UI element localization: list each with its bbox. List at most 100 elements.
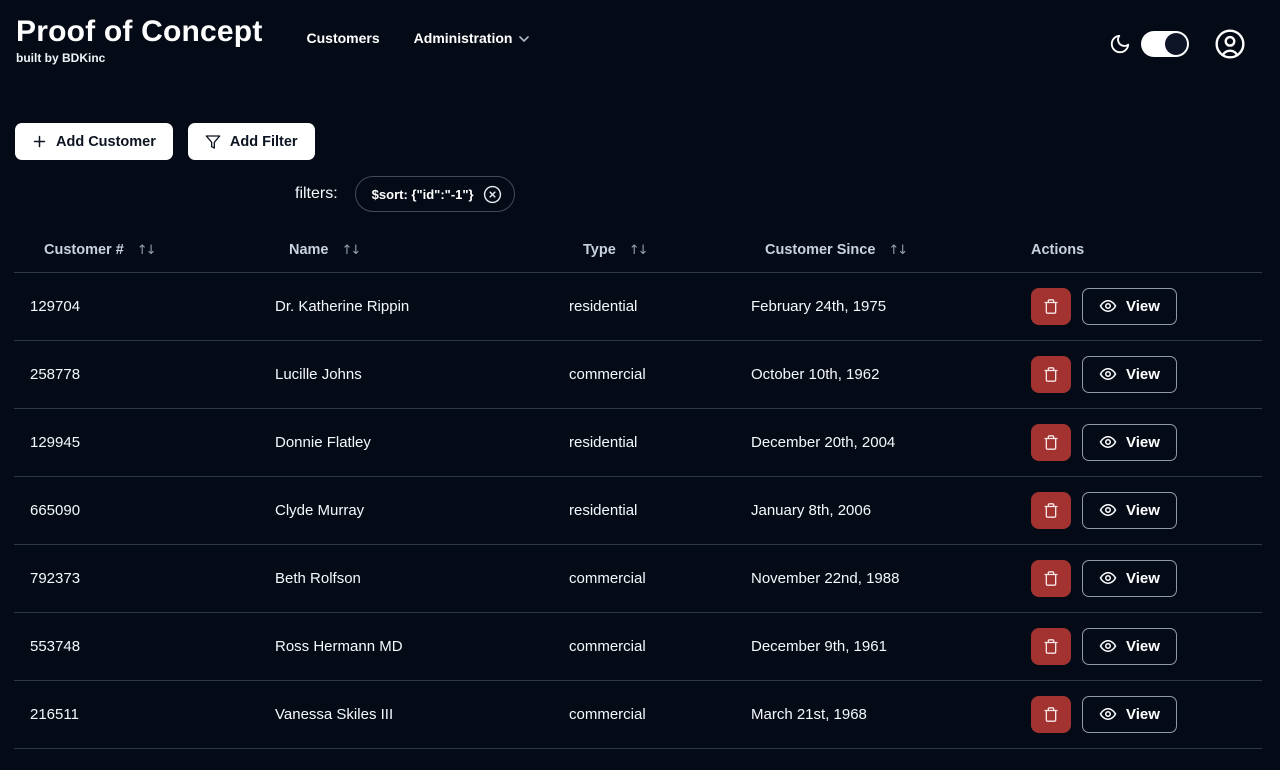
cell-customer-since: October 10th, 1962 <box>735 340 1015 409</box>
eye-icon <box>1099 637 1117 655</box>
sort-icon: ↑↓ <box>888 242 908 258</box>
column-header-customer-number[interactable]: Customer # ↑↓ <box>14 228 259 273</box>
cell-customer-number: 792373 <box>14 544 259 613</box>
eye-icon <box>1099 705 1117 723</box>
theme-toggle[interactable] <box>1141 31 1189 57</box>
delete-button[interactable] <box>1031 355 1071 393</box>
cell-name: Lucille Johns <box>259 340 553 409</box>
eye-icon <box>1099 297 1117 315</box>
table-row: 258778 Lucille Johns commercial October … <box>14 340 1262 409</box>
brand: Proof of Concept built by BDKinc <box>16 14 263 65</box>
view-button-label: View <box>1126 705 1160 723</box>
view-button-label: View <box>1126 365 1160 383</box>
customers-table: Customer # ↑↓ Name ↑↓ Type ↑↓ Customer Sinc… <box>14 228 1266 749</box>
header-controls <box>1109 28 1246 60</box>
view-button[interactable]: View <box>1082 287 1177 325</box>
filters-row: filters: $sort: {"id":"-1"} <box>295 176 1280 212</box>
nav-item-customers[interactable]: Customers <box>307 30 380 46</box>
cell-customer-number: 216511 <box>14 680 259 749</box>
table-row: 792373 Beth Rolfson commercial November … <box>14 544 1262 613</box>
cell-customer-number: 129945 <box>14 408 259 477</box>
cell-name: Ross Hermann MD <box>259 612 553 681</box>
cell-type: commercial <box>553 680 735 749</box>
toggle-knob <box>1165 33 1187 55</box>
cell-type: commercial <box>553 340 735 409</box>
delete-button[interactable] <box>1031 491 1071 529</box>
cell-name: Vanessa Skiles III <box>259 680 553 749</box>
sort-icon: ↑↓ <box>628 242 649 258</box>
nav-customers-label: Customers <box>306 30 380 46</box>
add-customer-label: Add Customer <box>56 133 156 150</box>
cell-name: Donnie Flatley <box>259 408 553 477</box>
cell-actions: View <box>1015 544 1262 613</box>
cell-actions: View <box>1015 408 1262 477</box>
add-customer-button[interactable]: Add Customer <box>15 123 173 160</box>
cell-customer-number: 258778 <box>14 340 259 409</box>
view-button[interactable]: View <box>1082 695 1177 733</box>
column-header-customer-since[interactable]: Customer Since ↑↓ <box>735 228 1015 273</box>
filter-chip-text: $sort: {"id":"-1"} <box>371 186 474 202</box>
cell-name: Clyde Murray <box>259 476 553 545</box>
trash-icon <box>1043 434 1059 451</box>
column-label: Actions <box>1031 241 1085 258</box>
delete-button[interactable] <box>1031 423 1071 461</box>
eye-icon <box>1099 501 1117 519</box>
table-row: 665090 Clyde Murray residential January … <box>14 476 1262 545</box>
view-button[interactable]: View <box>1082 559 1177 597</box>
app-title: Proof of Concept <box>16 15 263 48</box>
column-label: Customer # <box>44 241 124 258</box>
remove-filter-button[interactable] <box>483 185 502 204</box>
trash-icon <box>1043 570 1059 587</box>
table-row: 129704 Dr. Katherine Rippin residential … <box>14 272 1262 341</box>
delete-button[interactable] <box>1031 695 1071 733</box>
view-button-label: View <box>1126 297 1160 315</box>
column-header-type[interactable]: Type ↑↓ <box>553 228 735 273</box>
view-button[interactable]: View <box>1082 627 1177 665</box>
view-button-label: View <box>1126 433 1160 451</box>
delete-button[interactable] <box>1031 559 1071 597</box>
table-row: 129945 Donnie Flatley residential Decemb… <box>14 408 1262 477</box>
circle-x-icon <box>483 185 502 204</box>
nav-item-administration[interactable]: Administration <box>414 30 530 46</box>
view-button[interactable]: View <box>1082 423 1177 461</box>
trash-icon <box>1043 366 1059 383</box>
nav-administration-label: Administration <box>413 30 513 46</box>
table-header-row: Customer # ↑↓ Name ↑↓ Type ↑↓ Customer Sinc… <box>14 228 1262 273</box>
cell-name: Dr. Katherine Rippin <box>259 272 553 341</box>
view-button-label: View <box>1126 637 1160 655</box>
column-label: Name <box>289 241 329 258</box>
cell-actions: View <box>1015 680 1262 749</box>
table-row: 553748 Ross Hermann MD commercial Decemb… <box>14 612 1262 681</box>
delete-button[interactable] <box>1031 627 1071 665</box>
view-button[interactable]: View <box>1082 355 1177 393</box>
cell-customer-since: March 21st, 1968 <box>735 680 1015 749</box>
cell-customer-since: December 9th, 1961 <box>735 612 1015 681</box>
trash-icon <box>1043 298 1059 315</box>
add-filter-label: Add Filter <box>229 133 298 150</box>
filter-chip: $sort: {"id":"-1"} <box>354 176 515 212</box>
delete-button[interactable] <box>1031 287 1071 325</box>
cell-actions: View <box>1015 272 1262 341</box>
column-header-name[interactable]: Name ↑↓ <box>259 228 553 273</box>
column-label: Type <box>583 241 616 258</box>
view-button-label: View <box>1126 569 1160 587</box>
cell-customer-since: November 22nd, 1988 <box>735 544 1015 613</box>
user-circle-icon <box>1214 28 1246 60</box>
cell-customer-number: 129704 <box>14 272 259 341</box>
trash-icon <box>1043 706 1059 723</box>
customer-table-body: 129704 Dr. Katherine Rippin residential … <box>14 272 1262 749</box>
eye-icon <box>1099 365 1117 383</box>
add-filter-button[interactable]: Add Filter <box>187 123 315 160</box>
app-subtitle: built by BDKinc <box>16 51 106 65</box>
view-button[interactable]: View <box>1082 491 1177 529</box>
sort-icon: ↑↓ <box>341 242 362 258</box>
cell-actions: View <box>1015 612 1262 681</box>
cell-customer-since: February 24th, 1975 <box>735 272 1015 341</box>
sort-icon: ↑↓ <box>136 242 157 258</box>
cell-type: residential <box>553 476 735 545</box>
cell-type: commercial <box>553 544 735 613</box>
cell-name: Beth Rolfson <box>259 544 553 613</box>
user-profile-button[interactable] <box>1214 28 1246 60</box>
trash-icon <box>1043 638 1059 655</box>
filter-funnel-icon <box>205 134 221 150</box>
